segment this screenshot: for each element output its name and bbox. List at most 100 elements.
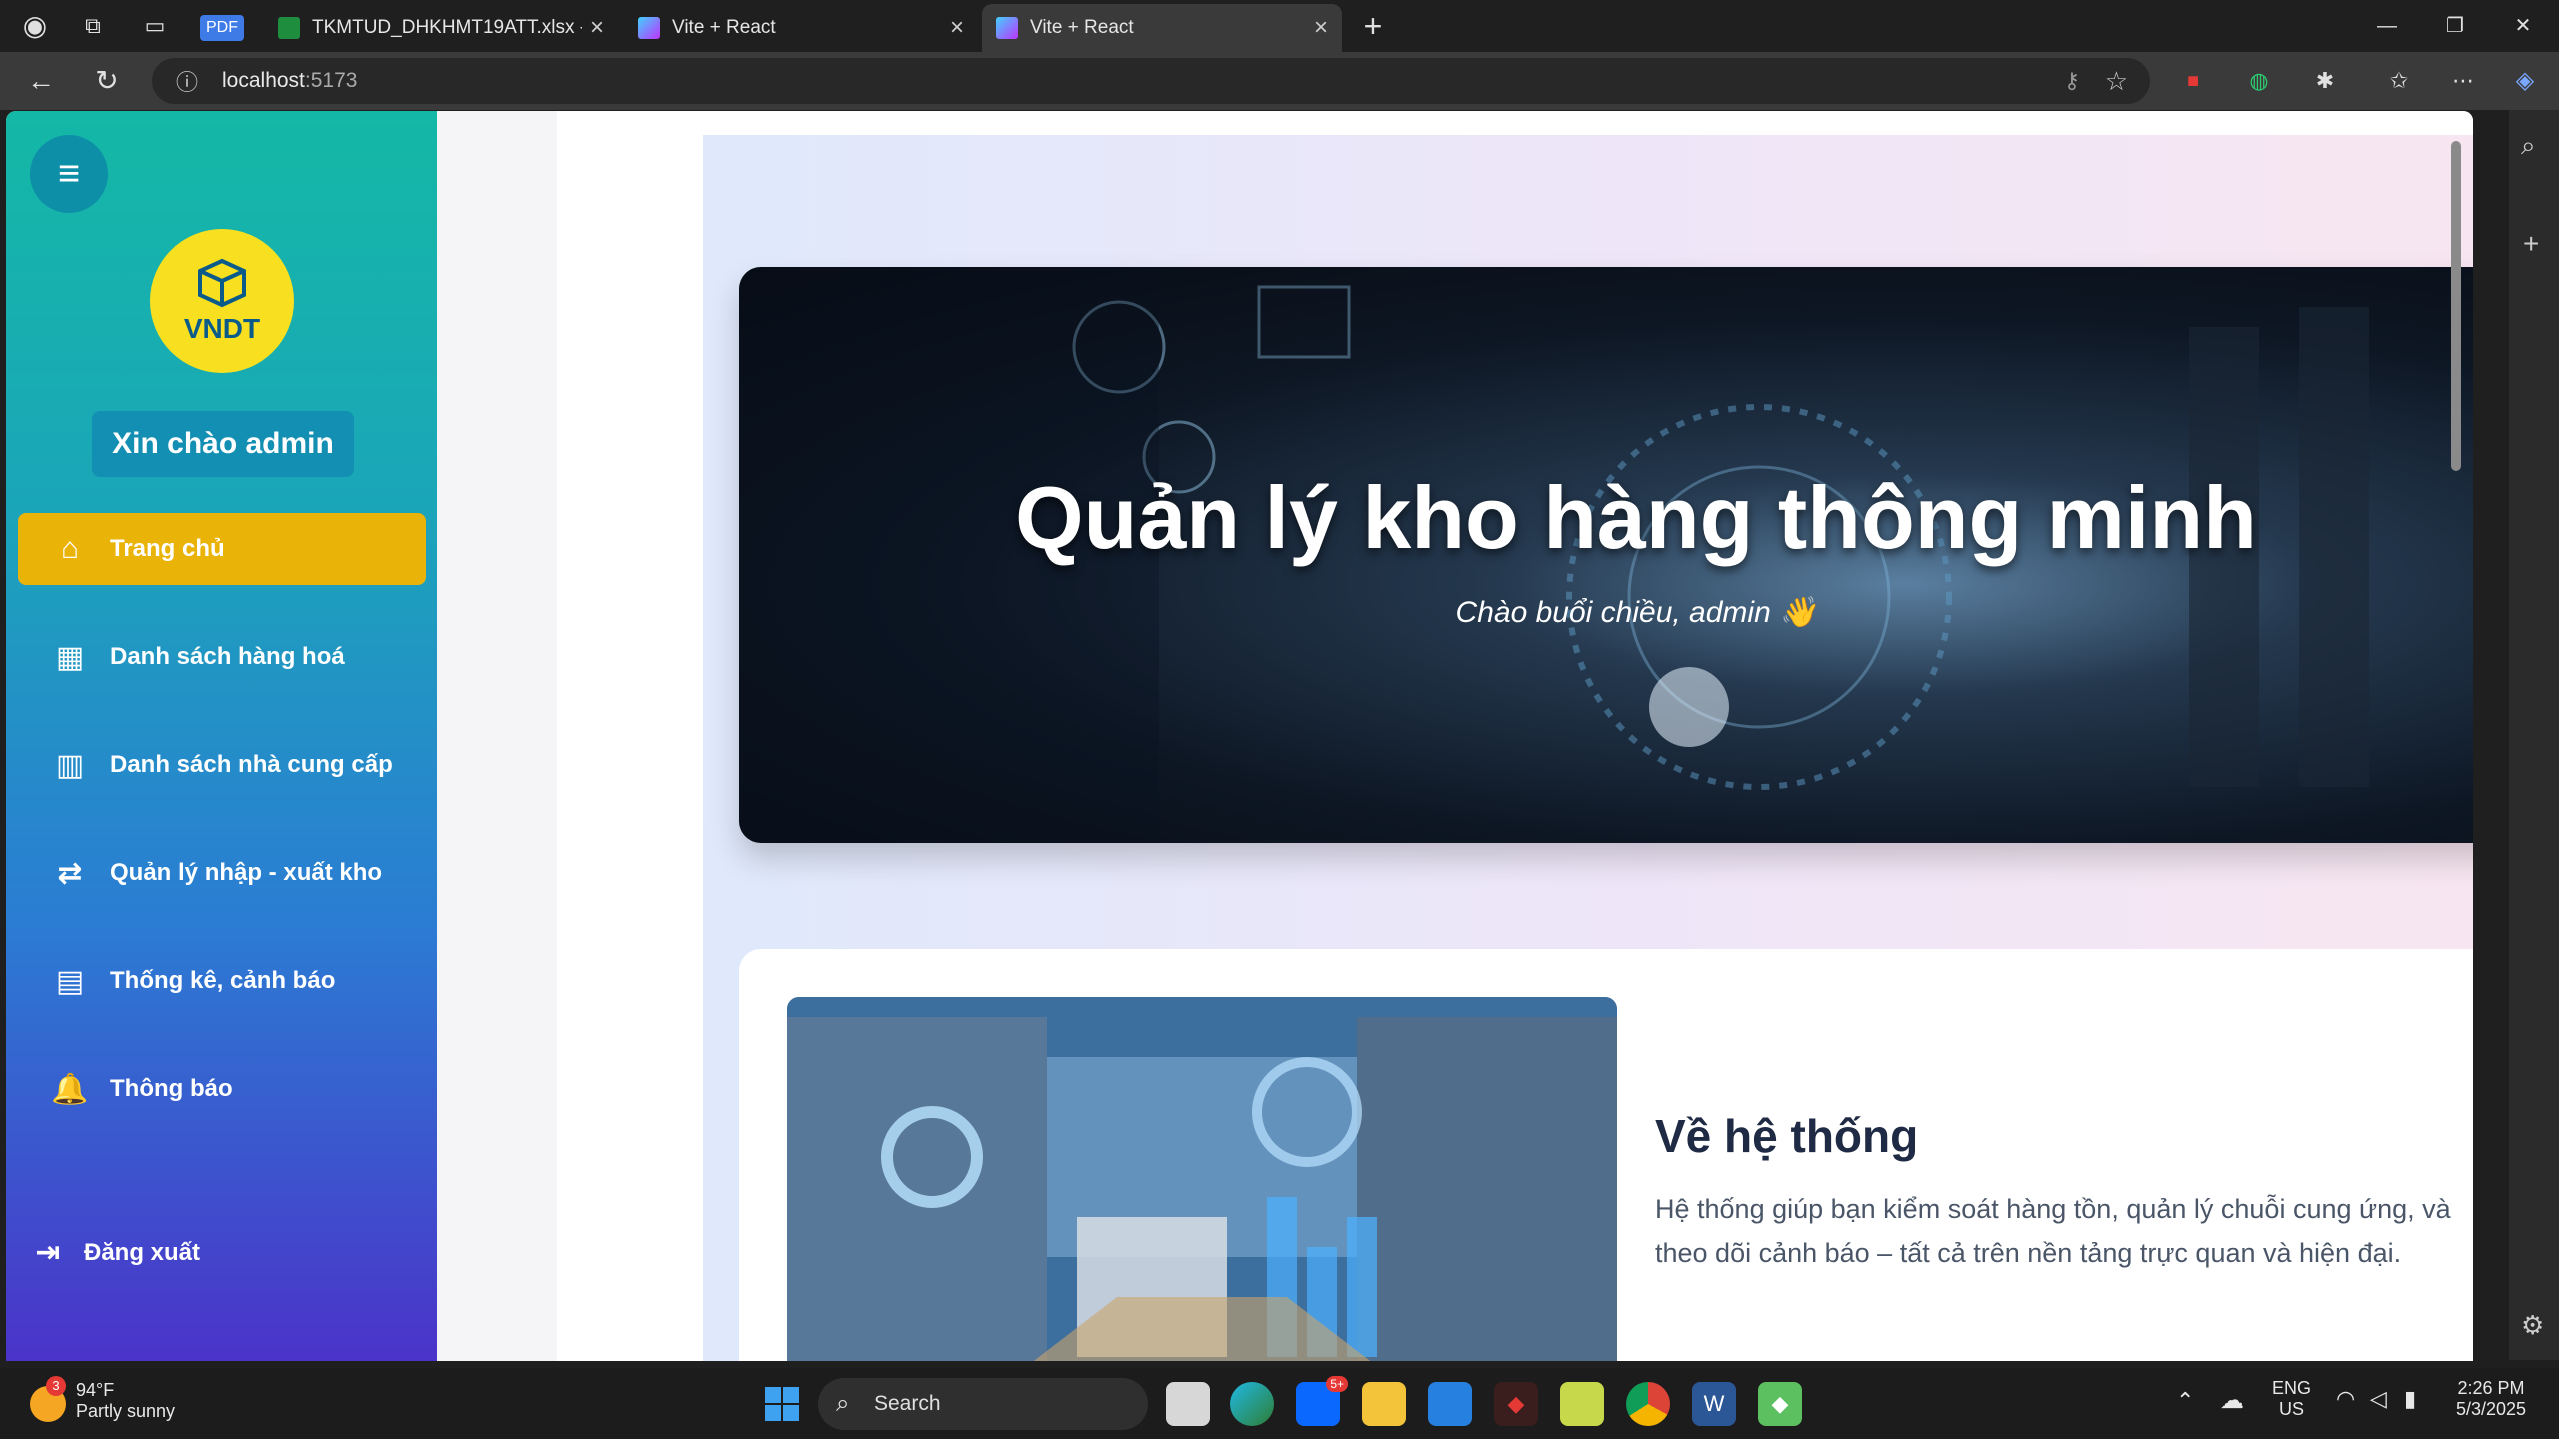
volume-icon[interactable]: ◁ (2370, 1386, 2387, 1412)
sidebar-item-statistics[interactable]: ▤ Thống kê, cảnh báo (18, 945, 426, 1017)
weather-badge: 3 (46, 1376, 66, 1396)
browser-titlebar: ◉ ⧉ ▭ PDF TKMTUD_DHKHMT19ATT.xlsx - G × … (0, 0, 2559, 52)
warehouse-image (787, 997, 1617, 1361)
lang-top: ENG (2272, 1378, 2312, 1398)
tab-vite-1[interactable]: Vite + React × (624, 4, 978, 52)
show-hidden-icons[interactable]: ⌃ (2176, 1388, 2194, 1414)
zalo-icon[interactable]: 5+ (1296, 1376, 1348, 1426)
about-text: Hệ thống giúp bạn kiểm soát hàng tồn, qu… (1655, 1194, 2451, 1268)
sidebar-item-inventory[interactable]: ⇄ Quản lý nhập - xuất kho (18, 837, 426, 909)
favorites-icon[interactable]: ✩ (2378, 60, 2420, 102)
sidebar: ≡ VNDT Xin chào admin ⌂ Trang chủ ▦ Danh… (6, 111, 437, 1361)
logo-text: VNDT (183, 313, 261, 344)
back-icon[interactable]: ← (20, 60, 62, 102)
search-icon[interactable]: ⌕ (2521, 130, 2536, 162)
pdf-badge: PDF (200, 15, 244, 41)
taskbar: 3 94°F Partly sunny ⌕ Search 5+ ◆ W ◆ ⌃ … (0, 1368, 2559, 1439)
chart-icon: ▤ (55, 964, 85, 998)
hero-banner: Quản lý kho hàng thông minh Chào buổi ch… (739, 267, 2473, 843)
more-menu-icon[interactable]: ⋯ (2442, 60, 2484, 102)
start-icon[interactable] (760, 1382, 804, 1426)
tab-close-icon[interactable]: × (590, 14, 604, 42)
content-wrapper: Quản lý kho hàng thông minh Chào buổi ch… (557, 111, 2473, 1361)
sheets-icon (278, 17, 300, 39)
tab-actions-icon[interactable]: ▭ (134, 5, 176, 47)
sidebar-item-label: Danh sách hàng hoá (110, 643, 345, 670)
restore-button[interactable]: ❐ (2434, 5, 2476, 47)
add-icon[interactable]: + (2523, 228, 2539, 260)
hero-subtitle: Chào buổi chiều, admin 👋 (1455, 596, 1817, 629)
tab-vite-2[interactable]: Vite + React × (982, 4, 1342, 52)
language-indicator[interactable]: ENG US (2272, 1378, 2311, 1420)
dashboard-area: Quản lý kho hàng thông minh Chào buổi ch… (703, 135, 2473, 1361)
task-view-icon[interactable] (1166, 1382, 1210, 1426)
browser-toolbar: ← ↻ ⓘ localhost:5173 ⚷ ☆ ■ ◍ ✱ ✩ ⋯ ◈ (0, 52, 2559, 110)
sidebar-item-suppliers[interactable]: ▥ Danh sách nhà cung cấp (18, 729, 426, 801)
sidebar-item-products[interactable]: ▦ Danh sách hàng hoá (18, 621, 426, 693)
file-explorer-icon[interactable] (1362, 1382, 1406, 1426)
app-git-icon[interactable]: ◆ (1758, 1382, 1802, 1426)
logout-button[interactable]: ⇥ Đăng xuất (26, 1235, 200, 1270)
sidebar-item-notifications[interactable]: 🔔 Thông báo (18, 1053, 426, 1125)
about-card: Về hệ thống Hệ thống giúp bạn kiểm soát … (739, 949, 2473, 1361)
tab-spreadsheet[interactable]: TKMTUD_DHKHMT19ATT.xlsx - G × (264, 4, 618, 52)
windows-logo-icon (765, 1387, 799, 1421)
chrome-icon[interactable] (1626, 1382, 1670, 1426)
sidebar-item-label: Trang chủ (110, 535, 225, 562)
hero-title: Quản lý kho hàng thông minh (1015, 468, 2257, 567)
sidebar-item-label: Quản lý nhập - xuất kho (110, 859, 383, 886)
clock[interactable]: 2:26 PM 5/3/2025 (2456, 1378, 2526, 1420)
vite-icon (638, 17, 660, 39)
tab-label: TKMTUD_DHKHMT19ATT.xlsx - G (312, 17, 582, 38)
sidebar-item-home[interactable]: ⌂ Trang chủ (18, 513, 426, 585)
vscode-icon[interactable] (1428, 1382, 1472, 1426)
bell-icon: 🔔 (51, 1072, 89, 1106)
tab-label: Vite + React (672, 17, 776, 38)
tab-pdf[interactable]: PDF (200, 4, 260, 52)
extension-green-icon[interactable]: ◍ (2238, 60, 2280, 102)
app-paint-icon[interactable] (1560, 1382, 1604, 1426)
address-bar[interactable]: ⓘ localhost:5173 ⚷ ☆ (152, 58, 2150, 104)
warehouse-illustration (787, 997, 1617, 1361)
url-port: :5173 (304, 69, 358, 92)
tab-close-icon[interactable]: × (950, 14, 964, 42)
extensions-icon[interactable]: ✱ (2304, 60, 2346, 102)
profile-icon[interactable]: ◉ (14, 5, 56, 47)
workspaces-icon[interactable]: ⧉ (72, 5, 114, 47)
boxes-icon: ▦ (55, 640, 85, 674)
info-icon[interactable]: ⓘ (176, 65, 198, 97)
favorite-star-icon[interactable]: ☆ (2105, 66, 2128, 97)
app-logo: VNDT (150, 229, 294, 373)
minimize-button[interactable]: — (2366, 5, 2408, 47)
battery-icon[interactable]: ▮ (2404, 1386, 2416, 1412)
taskbar-search[interactable]: ⌕ Search (818, 1378, 1148, 1430)
wifi-icon[interactable]: ◠ (2336, 1386, 2355, 1412)
main-content: Quản lý kho hàng thông minh Chào buổi ch… (437, 111, 2473, 1361)
close-window-button[interactable]: ✕ (2502, 5, 2544, 47)
url-host: localhost (222, 69, 305, 92)
sidebar-item-label: Danh sách nhà cung cấp (110, 751, 393, 778)
clock-date: 5/3/2025 (2456, 1399, 2527, 1419)
page-scrollbar[interactable] (2451, 141, 2461, 471)
weather-widget[interactable]: 3 94°F Partly sunny (30, 1376, 175, 1422)
word-icon[interactable]: W (1692, 1382, 1736, 1426)
menu-icon[interactable]: ≡ (30, 135, 108, 213)
tab-label: Vite + React (1030, 17, 1134, 38)
exchange-icon: ⇄ (57, 856, 83, 890)
app-red-icon[interactable]: ◆ (1494, 1382, 1538, 1426)
new-tab-button[interactable]: + (1352, 5, 1394, 47)
extension-red-icon[interactable]: ■ (2172, 60, 2214, 102)
search-label: Search (874, 1392, 941, 1415)
lang-bottom: US (2279, 1399, 2305, 1419)
logout-label: Đăng xuất (84, 1238, 201, 1266)
key-icon[interactable]: ⚷ (2064, 68, 2080, 94)
gear-icon[interactable]: ⚙ (2521, 1310, 2544, 1341)
refresh-icon[interactable]: ↻ (86, 60, 128, 102)
home-icon: ⌂ (60, 532, 80, 565)
onedrive-icon[interactable]: ☁ (2220, 1386, 2244, 1415)
copilot-icon[interactable]: ◈ (2504, 60, 2546, 102)
edge-icon[interactable] (1230, 1382, 1274, 1426)
building-icon: ▥ (55, 748, 85, 782)
logout-icon: ⇥ (35, 1236, 61, 1269)
tab-close-icon[interactable]: × (1314, 14, 1328, 42)
